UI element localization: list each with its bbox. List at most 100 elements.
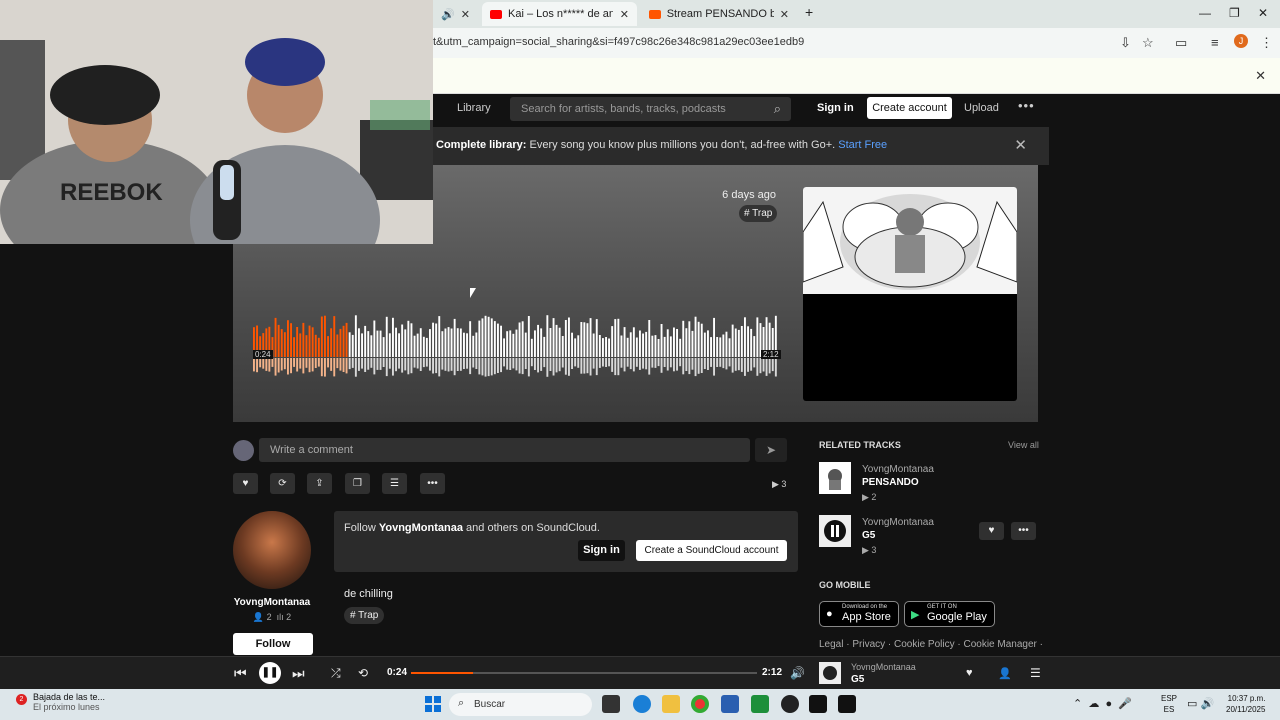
edge-icon[interactable]: [633, 695, 651, 713]
search-input[interactable]: Search for artists, bands, tracks, podca…: [510, 97, 791, 121]
tab-youtube[interactable]: Kai – Los n***** de antes (feat. ✕: [482, 2, 637, 26]
pause-button[interactable]: ❚❚: [259, 662, 281, 684]
obs-icon[interactable]: [781, 695, 799, 713]
store-icon[interactable]: [721, 695, 739, 713]
waveform-bar: [342, 325, 345, 357]
follow-artist-name[interactable]: YovngMontanaa: [379, 522, 463, 534]
waveform-reflection: [571, 358, 573, 369]
system-tray[interactable]: ⌃ ☁ ● 🎤: [1073, 697, 1132, 710]
close-icon[interactable]: ✕: [1014, 136, 1027, 154]
view-all-link[interactable]: View all: [1008, 440, 1039, 450]
waveform-reflection: [679, 358, 682, 367]
windows-start-icon[interactable]: [425, 696, 441, 712]
playlist-icon[interactable]: ≡: [1211, 35, 1219, 50]
next-icon[interactable]: ⏭: [292, 665, 305, 682]
copy-link-button[interactable]: ❐: [345, 473, 370, 494]
follow-icon[interactable]: 👤: [998, 667, 1012, 680]
genre-tag[interactable]: # Trap: [739, 205, 778, 222]
file-explorer-icon[interactable]: [662, 695, 680, 713]
restore-icon[interactable]: ❐: [1229, 6, 1240, 20]
task-view-icon[interactable]: [602, 695, 620, 713]
related-track-artwork[interactable]: [819, 462, 851, 494]
repost-button[interactable]: ⟳: [270, 473, 295, 494]
go-mobile-heading: GO MOBILE: [819, 580, 871, 590]
more-button[interactable]: •••: [1011, 522, 1036, 540]
xbox-icon[interactable]: [751, 695, 769, 713]
profile-avatar[interactable]: J: [1234, 34, 1248, 48]
app-icon[interactable]: [809, 695, 827, 713]
install-icon[interactable]: ⇩: [1120, 35, 1131, 51]
queue-icon[interactable]: ☰: [1030, 666, 1041, 680]
waveform-bar: [287, 320, 289, 357]
follow-pre: Follow: [344, 522, 379, 534]
weather-widget[interactable]: 2 Bajada de las te... El próximo lunes: [14, 692, 105, 712]
tab-audio[interactable]: 🔊 ✕: [433, 2, 478, 26]
tracks-count[interactable]: 2: [286, 612, 291, 622]
followers-count[interactable]: 2: [267, 612, 272, 622]
waveform-bar: [311, 327, 314, 357]
waveform-bar: [543, 336, 546, 357]
waveform-bar: [484, 315, 487, 357]
now-playing-user[interactable]: YovngMontanaa: [851, 662, 916, 672]
previous-icon[interactable]: ⏮: [234, 665, 247, 682]
related-track-artwork[interactable]: [819, 515, 851, 547]
close-window-icon[interactable]: ✕: [1258, 6, 1268, 20]
close-icon[interactable]: ✕: [780, 8, 789, 21]
like-button[interactable]: ♥: [233, 473, 258, 494]
new-tab-button[interactable]: +: [805, 4, 813, 20]
menu-icon[interactable]: ⋮: [1260, 35, 1273, 51]
legal-links[interactable]: Legal · Privacy · Cookie Policy · Cookie…: [819, 639, 1043, 650]
url-text[interactable]: t&utm_campaign=social_sharing&si=f497c98…: [433, 36, 804, 48]
share-button[interactable]: ⇪: [307, 473, 332, 494]
close-icon[interactable]: ✕: [620, 8, 629, 21]
upload-link[interactable]: Upload: [964, 102, 999, 114]
related-track-title[interactable]: G5: [862, 530, 875, 541]
create-soundcloud-account-button[interactable]: Create a SoundCloud account: [636, 540, 787, 561]
more-button[interactable]: •••: [420, 473, 445, 494]
artist-name[interactable]: YovngMontanaa: [233, 597, 311, 608]
waveform-reflection: [774, 358, 777, 377]
clock[interactable]: 10:37 p.m. 20/11/2025: [1226, 693, 1265, 715]
now-playing-title[interactable]: G5: [851, 674, 864, 685]
waveform-bar: [348, 332, 351, 357]
language-indicator[interactable]: ESP ES: [1161, 693, 1177, 715]
start-free-link[interactable]: Start Free: [838, 139, 887, 151]
close-icon[interactable]: ✕: [1255, 68, 1266, 84]
related-track-user[interactable]: YovngMontanaa: [862, 517, 934, 528]
chrome-icon[interactable]: [691, 695, 709, 713]
shuffle-icon[interactable]: ⤮: [331, 666, 341, 681]
related-track-title[interactable]: PENSANDO: [862, 477, 919, 488]
app-icon[interactable]: [838, 695, 856, 713]
waveform[interactable]: [253, 313, 778, 379]
like-button[interactable]: ♥: [979, 522, 1004, 540]
search-icon[interactable]: ⌕: [774, 101, 781, 117]
minimize-icon[interactable]: —: [1199, 6, 1211, 20]
comment-input[interactable]: Write a comment: [259, 438, 750, 462]
artist-avatar[interactable]: [233, 511, 311, 589]
close-icon[interactable]: ✕: [461, 8, 470, 21]
sign-in-button[interactable]: Sign in: [578, 540, 625, 561]
more-icon[interactable]: •••: [1018, 98, 1035, 113]
like-icon[interactable]: ♥: [966, 667, 973, 679]
google-play-badge[interactable]: ▶ GET IT ON Google Play: [904, 601, 995, 627]
volume-icon[interactable]: 🔊: [790, 666, 805, 680]
create-account-button[interactable]: Create account: [867, 97, 952, 119]
reader-icon[interactable]: ▭: [1175, 35, 1187, 51]
nav-library[interactable]: Library: [457, 102, 491, 114]
soundcloud-icon: [649, 9, 661, 19]
bookmark-icon[interactable]: ☆: [1142, 35, 1154, 51]
add-to-playlist-button[interactable]: ☰: [382, 473, 407, 494]
follow-button[interactable]: Follow: [233, 633, 313, 655]
description-tag[interactable]: # Trap: [344, 607, 385, 624]
app-store-badge[interactable]: ● Download on the App Store: [819, 601, 899, 627]
tab-soundcloud[interactable]: Stream PENSANDO by YovngM ✕: [641, 2, 797, 26]
network-icon[interactable]: ▭ 🔊: [1187, 697, 1214, 710]
now-playing-artwork[interactable]: [819, 662, 841, 684]
progress-bar[interactable]: [411, 672, 757, 674]
taskbar-search[interactable]: ⌕ Buscar: [449, 693, 592, 716]
related-track-user[interactable]: YovngMontanaa: [862, 464, 934, 475]
sign-in-button[interactable]: Sign in: [817, 102, 854, 114]
send-icon[interactable]: ➤: [755, 438, 787, 462]
waveform-bar: [583, 322, 586, 357]
repeat-icon[interactable]: ⟲: [358, 666, 368, 680]
